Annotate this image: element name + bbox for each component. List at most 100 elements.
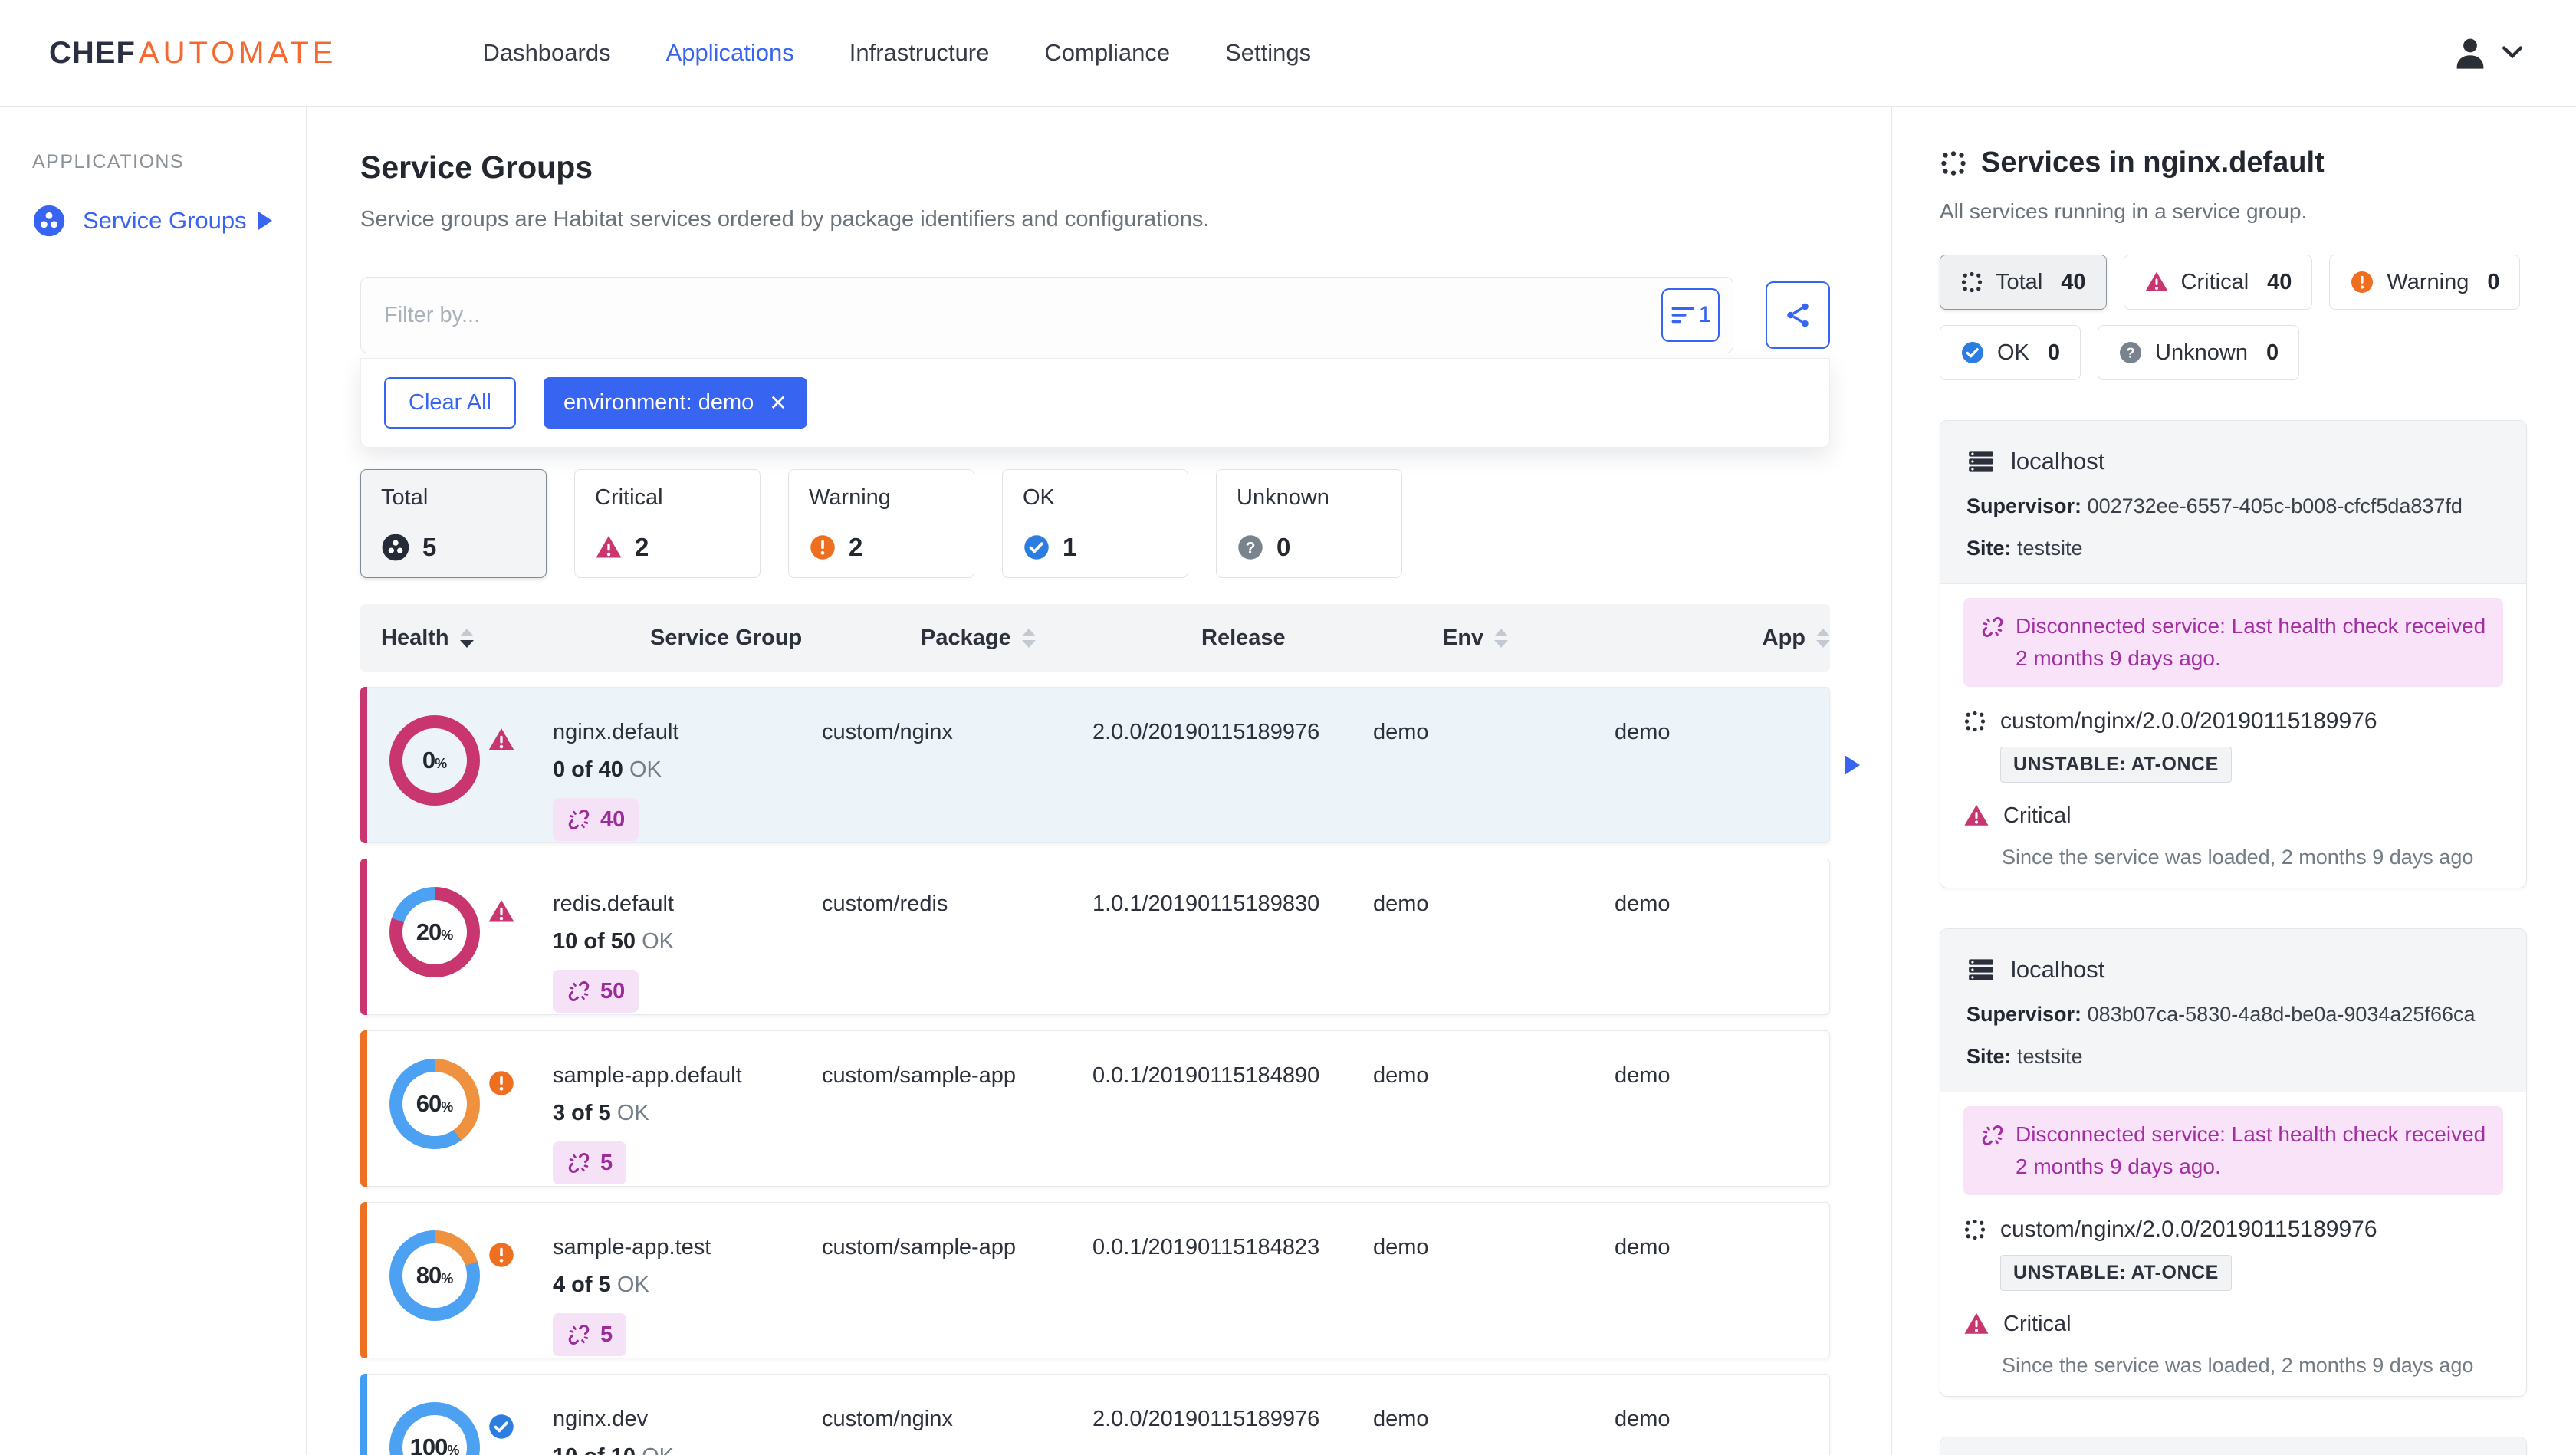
health-percent: 100 <box>409 1434 449 1455</box>
health-percent: 0 <box>422 747 435 773</box>
column-header[interactable]: Health <box>381 626 650 651</box>
user-menu[interactable] <box>2450 33 2522 73</box>
health-pill[interactable]: ? Unknown 0 <box>2098 325 2300 380</box>
pill-value: 0 <box>2266 340 2279 365</box>
selected-row-caret-icon[interactable] <box>1845 755 1860 775</box>
health-donut: 0 % <box>389 715 480 806</box>
warning-icon <box>2351 271 2374 293</box>
health-percent: 20 <box>416 918 442 945</box>
column-header[interactable]: Package <box>921 626 1201 651</box>
disconnected-count: 5 <box>600 1322 613 1347</box>
service-group-row[interactable]: 100 % nginx.dev custom/nginx 2.0.0/20190… <box>360 1374 1830 1455</box>
column-label: App <box>1762 625 1806 650</box>
disconnected-banner: Disconnected service: Last health check … <box>1963 1106 2503 1195</box>
share-button[interactable] <box>1766 281 1830 349</box>
disconnected-count: 5 <box>600 1150 613 1175</box>
sidebar-section-label: APPLICATIONS <box>32 151 185 172</box>
clear-all-button[interactable]: Clear All <box>384 377 516 429</box>
release-cell: 0.0.1/20190115184823 <box>1092 1235 1320 1260</box>
total-icon <box>382 534 409 561</box>
sort-arrows-icon[interactable] <box>1494 628 1509 648</box>
update-strategy-badge: UNSTABLE: AT-ONCE <box>2000 1255 2232 1291</box>
release-cell: 2.0.0/20190115189976 <box>1092 720 1320 744</box>
host-name: localhost <box>2011 448 2105 475</box>
since-loaded-text: Since the service was loaded, 2 months 9… <box>2002 1354 2474 1377</box>
sort-arrows-icon[interactable] <box>1816 628 1830 648</box>
service-group-row[interactable]: 60 % sample-app.default 3 of 5 OK 5 cust… <box>360 1030 1830 1187</box>
logo-automate: AUTOMATE <box>138 35 337 70</box>
tile-label: Warning <box>809 485 891 510</box>
sort-arrows-icon[interactable] <box>459 628 474 648</box>
pill-value: 0 <box>2487 269 2500 294</box>
nav-item[interactable]: Settings <box>1225 39 1311 67</box>
column-header[interactable]: App <box>1763 626 1830 651</box>
warning-status-icon <box>488 1241 515 1273</box>
critical-status-icon <box>488 898 515 929</box>
package-cell: custom/sample-app <box>822 1063 1017 1088</box>
health-cell: 0 % <box>382 715 553 842</box>
nav-item[interactable]: Infrastructure <box>849 39 990 67</box>
nav-item[interactable]: Compliance <box>1044 39 1170 67</box>
filter-toggle-button[interactable]: 1 <box>1661 288 1720 342</box>
column-header[interactable]: Release <box>1201 626 1443 651</box>
service-group-row[interactable]: 0 % nginx.default 0 of 40 OK 40 custom/n… <box>360 687 1860 843</box>
panel-health-pills: ? Total 40 ? Critical 40 <box>1940 255 2527 380</box>
expand-caret-icon[interactable] <box>258 212 272 230</box>
person-icon <box>2456 38 2484 69</box>
health-tile[interactable]: Total ? 5 <box>360 469 547 578</box>
health-tile[interactable]: Unknown ? 0 <box>1216 469 1402 578</box>
health-pill[interactable]: ? Critical 40 <box>2123 255 2313 310</box>
ok-icon <box>1024 535 1049 560</box>
health-tile[interactable]: Warning ? 2 <box>788 469 974 578</box>
filter-chip-environment-demo[interactable]: environment: demo ✕ <box>544 377 807 429</box>
tile-value: 2 <box>849 533 863 561</box>
ok-icon <box>1962 342 1983 363</box>
env-cell: demo <box>1373 720 1429 744</box>
services-dots-icon <box>1964 711 1986 732</box>
sidebar-item-label: Service Groups <box>83 207 247 234</box>
filter-input[interactable] <box>360 277 1733 353</box>
chef-automate-logo[interactable]: CHEF AUTOMATE <box>49 36 337 71</box>
site-value: testsite <box>2017 537 2083 560</box>
unknown-icon: ? <box>1238 535 1263 560</box>
service-group-row[interactable]: 20 % redis.default 10 of 50 OK 50 custom… <box>360 859 1830 1015</box>
health-pill[interactable]: ? Total 40 <box>1940 255 2107 310</box>
broken-link-icon <box>1982 617 2003 637</box>
release-cell: 0.0.1/20190115184890 <box>1092 1063 1320 1088</box>
health-summary-tiles: Total ? 5 Critical <box>360 469 1830 578</box>
health-tile[interactable]: Critical ? 2 <box>574 469 761 578</box>
health-tile[interactable]: OK ? 1 <box>1002 469 1188 578</box>
health-cell: 80 % <box>382 1230 553 1358</box>
service-card-header: localhost Supervisor: 002732ee-6557-405c… <box>1940 421 2526 583</box>
service-status: Critical <box>2003 803 2072 828</box>
disconnected-count-chip: 5 <box>553 1141 627 1184</box>
sort-arrows-icon[interactable] <box>1021 628 1036 648</box>
health-pill[interactable]: ? OK 0 <box>1940 325 2082 380</box>
critical-status-icon <box>488 726 515 757</box>
nav-item[interactable]: Dashboards <box>482 39 610 67</box>
release-cell: 2.0.0/20190115189976 <box>1092 1407 1320 1431</box>
service-card: localhost Supervisor: 002732ee-6557-405c… <box>1940 420 2527 888</box>
filter-icon <box>1671 307 1694 324</box>
release-cell: 1.0.1/20190115189830 <box>1092 892 1320 916</box>
env-cell: demo <box>1373 1063 1429 1088</box>
sidebar-item-service-groups[interactable]: Service Groups <box>32 204 306 238</box>
ok-count: 10 of 50 <box>553 929 636 954</box>
pill-value: 40 <box>2061 269 2086 294</box>
service-group-name: sample-app.default <box>553 1063 742 1088</box>
pill-label: Warning <box>2387 269 2469 294</box>
health-pill[interactable]: ? Warning 0 <box>2329 255 2521 310</box>
pill-label: Unknown <box>2155 340 2248 365</box>
service-group-cell: nginx.dev 10 of 10 OK <box>553 1407 822 1455</box>
broken-link-icon <box>568 810 590 829</box>
health-donut: 60 % <box>389 1059 480 1149</box>
supervisor-label: Supervisor: <box>1967 494 2082 517</box>
column-header[interactable]: Service Group <box>650 626 921 651</box>
remove-filter-icon[interactable]: ✕ <box>769 390 787 415</box>
nav-item[interactable]: Applications <box>666 39 794 67</box>
app-cell: demo <box>1615 1407 1671 1431</box>
pill-label: OK <box>1997 340 2029 365</box>
service-group-row[interactable]: 80 % sample-app.test 4 of 5 OK 5 custom/… <box>360 1202 1830 1358</box>
service-group-name: sample-app.test <box>553 1235 711 1260</box>
column-header[interactable]: Env <box>1443 626 1763 651</box>
